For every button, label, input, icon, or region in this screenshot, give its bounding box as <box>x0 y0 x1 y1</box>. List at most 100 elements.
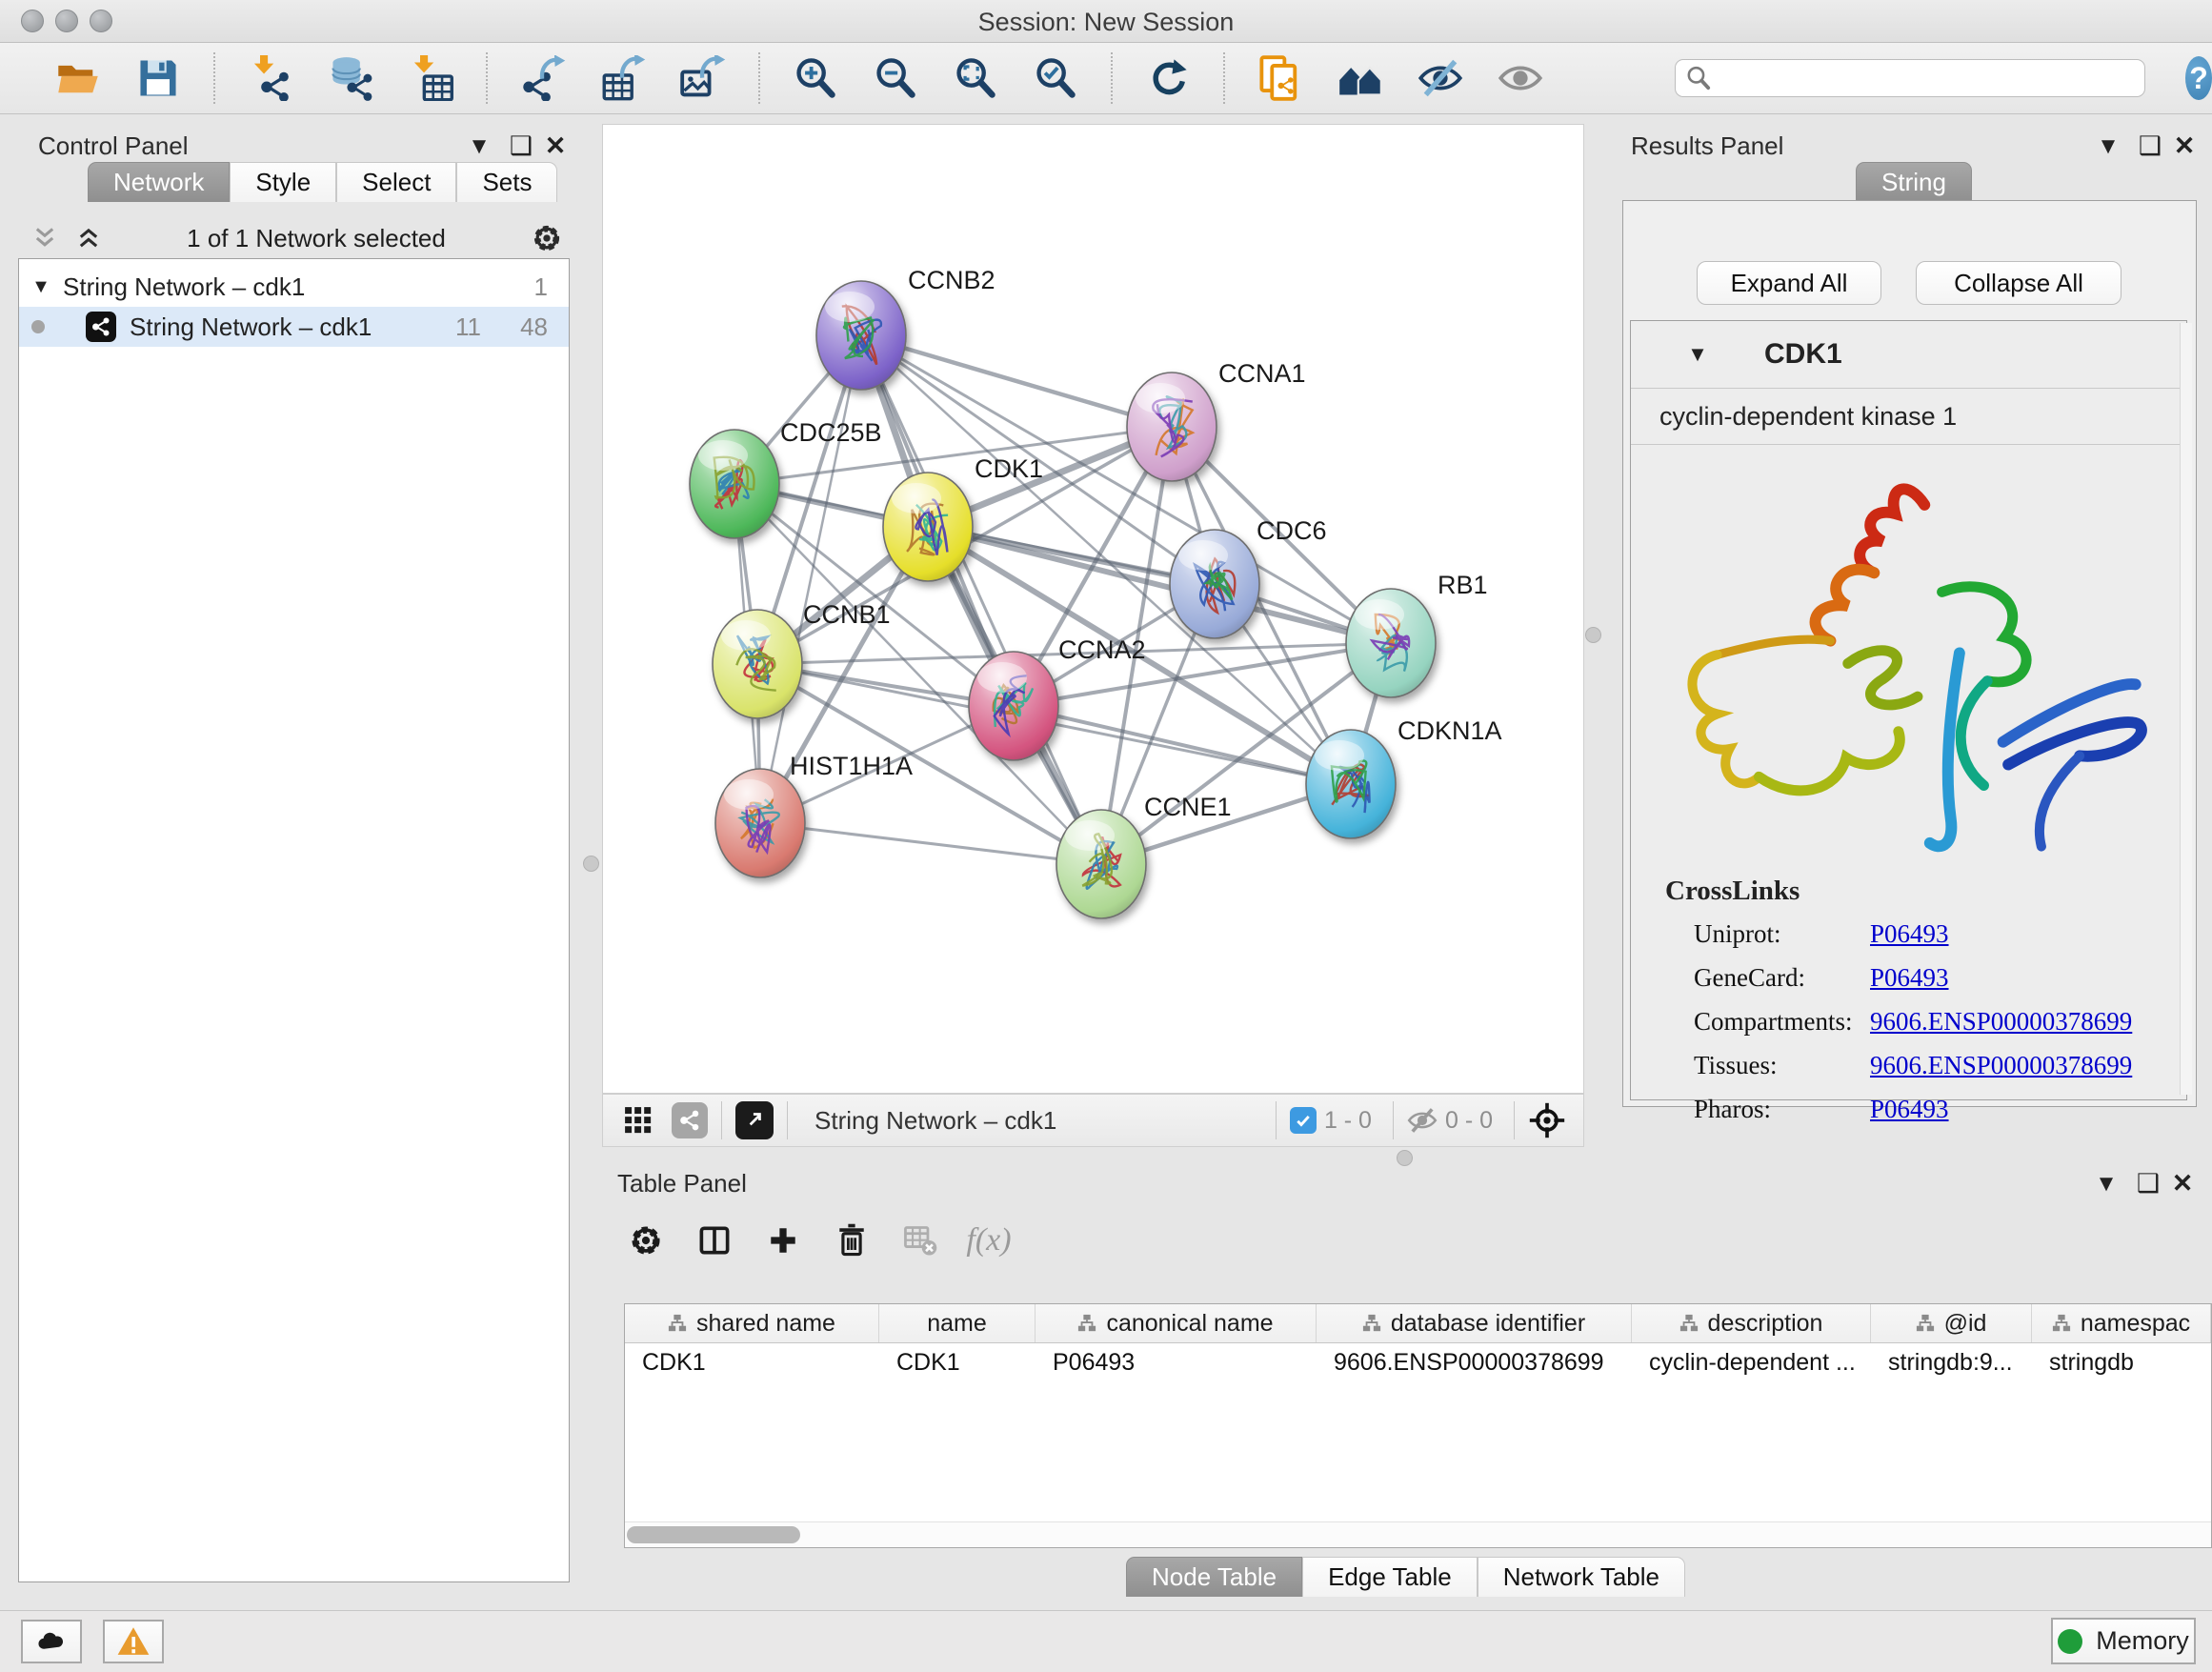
table-options-gear-icon[interactable] <box>624 1219 668 1262</box>
memory-button[interactable]: Memory <box>2051 1618 2196 1664</box>
search-input[interactable] <box>1712 64 2135 92</box>
network-node[interactable] <box>1170 530 1259 638</box>
results-panel-menu-icon[interactable]: ▼ <box>2092 133 2124 160</box>
tab-style[interactable]: Style <box>230 162 336 202</box>
control-panel-float-icon[interactable]: ❑ <box>505 131 537 161</box>
column-header-name[interactable]: name <box>879 1304 1036 1342</box>
network-edge[interactable] <box>760 823 1101 864</box>
zoom-in-icon[interactable] <box>792 54 839 102</box>
column-header-label: @id <box>1944 1310 1987 1338</box>
network-edge[interactable] <box>1014 706 1351 784</box>
hide-selected-icon[interactable] <box>1417 54 1464 102</box>
function-builder-icon[interactable]: f(x) <box>967 1219 1011 1262</box>
refresh-icon[interactable] <box>1144 54 1192 102</box>
collapse-all-networks-icon[interactable] <box>30 224 59 252</box>
network-collection-row[interactable]: ▼ String Network – cdk1 1 <box>19 267 569 307</box>
control-panel-close-icon[interactable]: ✕ <box>539 131 572 161</box>
network-node[interactable] <box>1056 810 1146 918</box>
search-icon <box>1685 65 1712 91</box>
save-session-icon[interactable] <box>134 54 182 102</box>
column-header-canonical-name[interactable]: canonical name <box>1036 1304 1317 1342</box>
selected-checkbox-icon[interactable] <box>1290 1107 1317 1134</box>
left-splitter-handle[interactable] <box>583 856 599 872</box>
collection-expand-icon[interactable]: ▼ <box>19 276 63 298</box>
table-panel-float-icon[interactable]: ❑ <box>2132 1169 2164 1199</box>
table-panel-menu-icon[interactable]: ▼ <box>2090 1171 2122 1198</box>
column-header-description[interactable]: description <box>1632 1304 1871 1342</box>
network-node[interactable] <box>816 281 906 390</box>
export-table-icon[interactable] <box>599 54 647 102</box>
crosslink-link[interactable]: 9606.ENSP00000378699 <box>1870 1007 2132 1037</box>
tab-string-results[interactable]: String <box>1856 162 1972 202</box>
string-view-icon[interactable] <box>672 1102 708 1138</box>
delete-table-icon[interactable] <box>898 1219 942 1262</box>
network-edge[interactable] <box>760 335 861 823</box>
network-node[interactable] <box>969 652 1058 760</box>
network-node[interactable] <box>690 430 779 538</box>
warnings-button[interactable] <box>103 1620 164 1663</box>
birdseye-view-icon[interactable] <box>1528 1101 1566 1139</box>
export-network-icon[interactable] <box>519 54 567 102</box>
network-options-gear-icon[interactable] <box>530 221 564 255</box>
zoom-fit-icon[interactable] <box>952 54 999 102</box>
network-node[interactable] <box>1306 730 1396 838</box>
add-column-icon[interactable] <box>761 1219 805 1262</box>
show-all-icon[interactable] <box>1497 54 1544 102</box>
table-panel-close-icon[interactable]: ✕ <box>2166 1169 2199 1199</box>
network-node[interactable] <box>1346 589 1436 697</box>
results-panel-close-icon[interactable]: ✕ <box>2168 131 2201 161</box>
shared-column-icon <box>1679 1314 1699 1333</box>
column-header-database-identifier[interactable]: database identifier <box>1317 1304 1632 1342</box>
tab-sets[interactable]: Sets <box>456 162 557 202</box>
results-panel-float-icon[interactable]: ❑ <box>2134 131 2166 161</box>
delete-column-icon[interactable] <box>830 1219 874 1262</box>
network-canvas[interactable]: CCNB2CCNA1CDC25BCDK1CDC6RB1CCNB1CCNA2CDK… <box>602 124 1584 1094</box>
open-session-icon[interactable] <box>54 54 102 102</box>
hidden-eye-icon[interactable] <box>1407 1105 1438 1136</box>
protein-structure-image <box>1640 453 2174 862</box>
tab-edge-table[interactable]: Edge Table <box>1302 1557 1478 1597</box>
help-button[interactable]: ? <box>2185 56 2212 100</box>
zoom-out-icon[interactable] <box>872 54 919 102</box>
collapse-all-button[interactable]: Collapse All <box>1916 261 2122 305</box>
network-node[interactable] <box>883 473 973 581</box>
table-horizontal-scrollbar[interactable] <box>625 1521 2211 1547</box>
crosslink-link[interactable]: P06493 <box>1870 1095 1949 1124</box>
results-vertical-scrollbar[interactable] <box>2180 323 2192 1095</box>
gene-section-header[interactable]: ▼ CDK1 <box>1631 321 2186 388</box>
network-node[interactable] <box>713 610 802 718</box>
open-in-window-icon[interactable] <box>735 1101 774 1139</box>
tab-select[interactable]: Select <box>336 162 456 202</box>
show-columns-icon[interactable] <box>693 1219 736 1262</box>
network-edge[interactable] <box>861 335 1101 864</box>
expand-all-networks-icon[interactable] <box>74 224 103 252</box>
export-image-icon[interactable] <box>679 54 727 102</box>
crosslink-link[interactable]: 9606.ENSP00000378699 <box>1870 1051 2132 1080</box>
network-node[interactable] <box>715 769 805 877</box>
scrollbar-thumb[interactable] <box>627 1526 800 1543</box>
tab-network[interactable]: Network <box>88 162 230 202</box>
column-header-namespac[interactable]: namespac <box>2032 1304 2211 1342</box>
gene-collapse-icon[interactable]: ▼ <box>1631 342 1764 367</box>
first-neighbors-icon[interactable] <box>1337 54 1384 102</box>
network-node[interactable] <box>1127 373 1217 481</box>
crosslink-link[interactable]: P06493 <box>1870 919 1949 949</box>
column-header-shared-name[interactable]: shared name <box>625 1304 879 1342</box>
zoom-selected-icon[interactable] <box>1032 54 1079 102</box>
column-header--id[interactable]: @id <box>1871 1304 2032 1342</box>
import-network-database-icon[interactable] <box>327 54 374 102</box>
table-row[interactable]: CDK1CDK1P064939606.ENSP00000378699cyclin… <box>625 1343 2211 1381</box>
import-table-file-icon[interactable] <box>407 54 454 102</box>
copy-style-icon[interactable] <box>1257 54 1304 102</box>
network-row[interactable]: String Network – cdk1 11 48 <box>19 307 569 347</box>
expand-all-button[interactable]: Expand All <box>1697 261 1881 305</box>
cloud-status-button[interactable] <box>21 1620 82 1663</box>
tab-network-table[interactable]: Network Table <box>1478 1557 1685 1597</box>
import-network-file-icon[interactable] <box>247 54 294 102</box>
right-splitter-handle[interactable] <box>1585 627 1601 643</box>
grid-view-icon[interactable] <box>622 1104 654 1137</box>
network-edge[interactable] <box>861 335 1172 427</box>
crosslink-link[interactable]: P06493 <box>1870 963 1949 993</box>
control-panel-menu-icon[interactable]: ▼ <box>463 133 495 160</box>
tab-node-table[interactable]: Node Table <box>1126 1557 1302 1597</box>
